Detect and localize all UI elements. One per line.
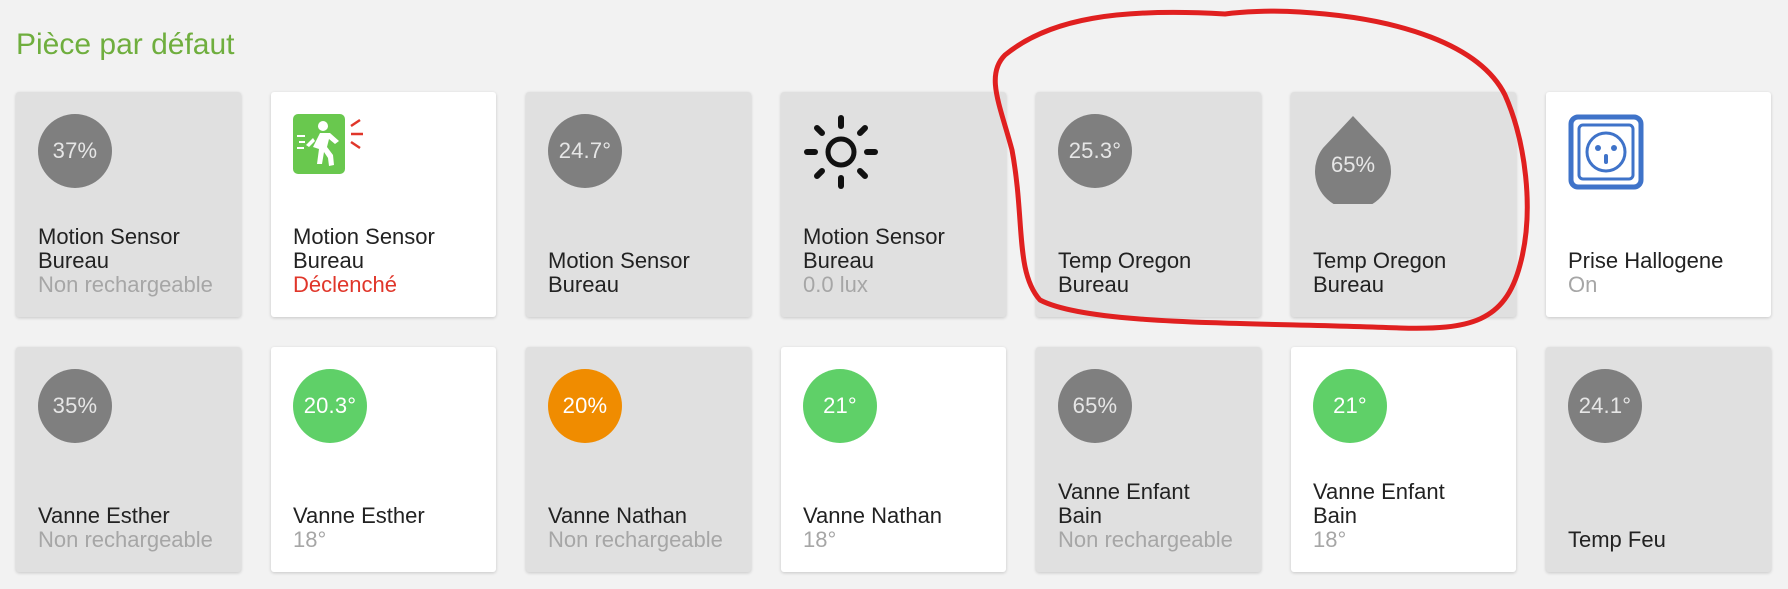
device-tile[interactable]: Motion Sensor Bureau 0.0 lux [781,92,1006,317]
device-status: Non rechargeable [38,272,213,297]
battery-level-badge: 35% [38,369,112,443]
device-tile[interactable]: 20.3° Vanne Esther 18° [271,347,496,572]
device-name: Vanne Enfant Bain [1313,479,1445,528]
battery-level-badge: 65% [1058,369,1132,443]
device-status: 18° [1313,527,1347,552]
battery-level-badge: 37% [38,114,112,188]
device-status: Non rechargeable [548,527,723,552]
power-outlet-icon [1568,114,1644,190]
device-status: 0.0 lux [803,272,868,297]
device-tile[interactable]: 25.3° Temp Oregon Bureau [1036,92,1261,317]
device-status: Non rechargeable [1058,527,1233,552]
device-tile[interactable]: Prise Hallogene On [1546,92,1771,317]
temperature-badge: 21° [1313,369,1387,443]
device-name: Temp Feu [1568,527,1666,552]
humidity-value: 65% [1330,152,1376,177]
device-status: On [1568,272,1598,297]
device-tile[interactable]: 20% Vanne Nathan Non rechargeable [526,347,751,572]
motion-detected-icon [293,114,363,174]
room-title: Pièce par défaut [16,28,235,61]
temperature-badge: 21° [803,369,877,443]
device-tile[interactable]: 24.1° Temp Feu [1546,347,1771,572]
device-name: Vanne Esther [38,503,170,528]
device-status: 18° [803,527,837,552]
device-tile[interactable]: 21° Vanne Nathan 18° [781,347,1006,572]
temperature-badge: 25.3° [1058,114,1132,188]
temperature-badge: 20.3° [293,369,367,443]
device-tile[interactable]: 65% Vanne Enfant Bain Non rechargeable [1036,347,1261,572]
device-tile[interactable]: 37% Motion Sensor Bureau Non rechargeabl… [16,92,241,317]
battery-level-badge: 20% [548,369,622,443]
device-tile[interactable]: 21° Vanne Enfant Bain 18° [1291,347,1516,572]
temperature-badge: 24.1° [1568,369,1642,443]
device-grid: 37% Motion Sensor Bureau Non rechargeabl… [16,92,1771,572]
device-name: Prise Hallogene [1568,248,1724,273]
sun-icon [804,115,878,189]
device-name: Temp Oregon Bureau [1058,248,1192,297]
device-status: Non rechargeable [38,527,213,552]
device-name: Motion Sensor Bureau [548,248,690,297]
device-status: Déclenché [293,272,397,297]
device-name: Vanne Esther [293,503,425,528]
device-name: Motion Sensor Bureau [803,224,945,273]
device-tile[interactable]: Motion Sensor Bureau Déclenché [271,92,496,317]
water-drop-icon: 65% [1313,114,1393,204]
device-name: Vanne Nathan [548,503,688,528]
device-name: Motion Sensor Bureau [38,224,180,273]
device-name: Temp Oregon Bureau [1313,248,1447,297]
device-name: Motion Sensor Bureau [293,224,435,273]
device-name: Vanne Enfant Bain [1058,479,1190,528]
device-tile[interactable]: 24.7° Motion Sensor Bureau [526,92,751,317]
temperature-badge: 24.7° [548,114,622,188]
device-tile[interactable]: 35% Vanne Esther Non rechargeable [16,347,241,572]
device-name: Vanne Nathan [803,503,943,528]
device-tile[interactable]: 65% Temp Oregon Bureau [1291,92,1516,317]
device-status: 18° [293,527,327,552]
